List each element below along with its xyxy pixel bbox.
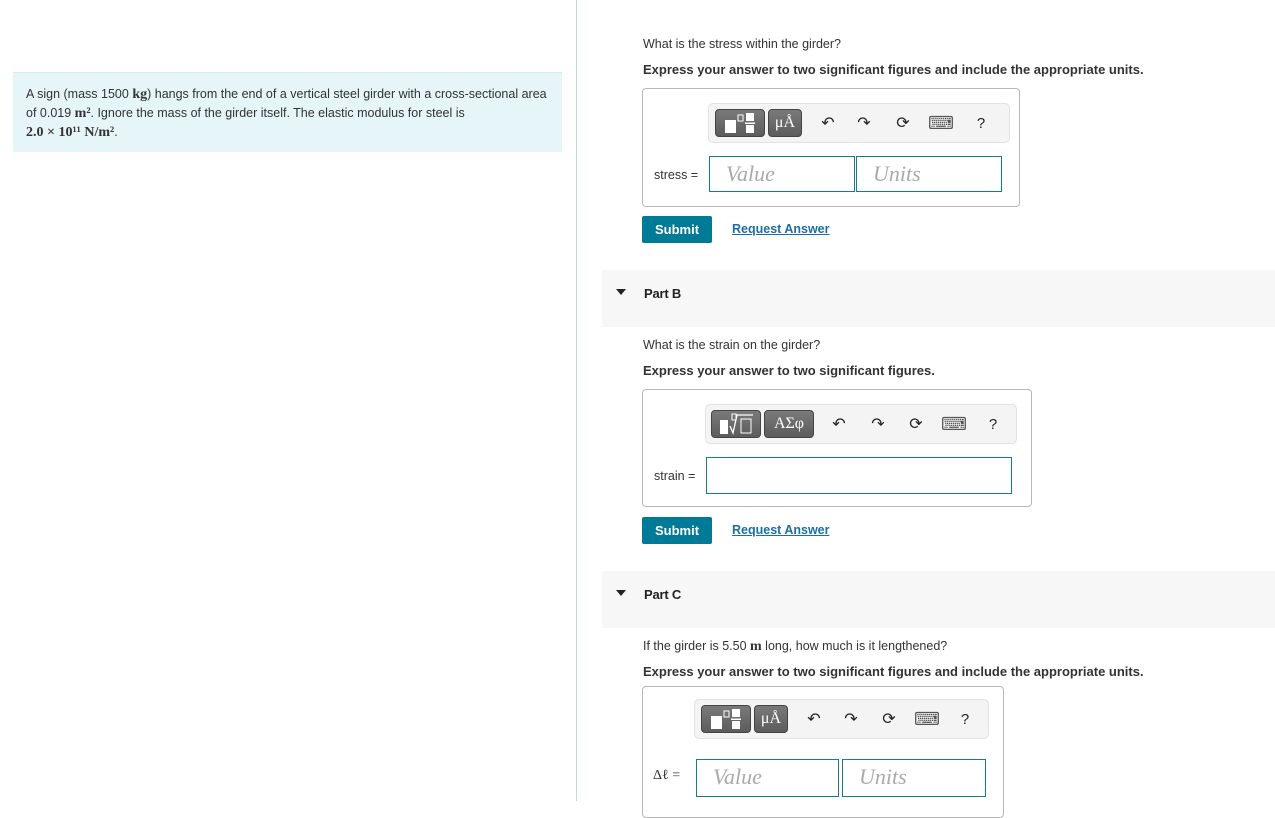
stress-units-input[interactable]: Units	[856, 156, 1002, 192]
part-b-instruction: Express your answer to two significant f…	[643, 363, 935, 378]
part-a-toolbar: μÅ ↶ ↷ ⟳ ⌨ ?	[708, 103, 1010, 143]
part-c-header[interactable]: Part C	[602, 571, 1275, 628]
strain-label: strain =	[654, 469, 696, 483]
part-b-request-answer-link[interactable]: Request Answer	[732, 523, 829, 537]
question-text: If the girder is 5.50	[643, 639, 751, 653]
help-icon[interactable]: ?	[955, 709, 975, 729]
collapse-triangle-icon[interactable]	[616, 590, 626, 596]
reset-icon[interactable]: ⟳	[879, 709, 899, 729]
fraction-template-button[interactable]	[701, 705, 751, 733]
help-icon[interactable]: ?	[983, 414, 1003, 434]
problem-text: . Ignore the mass of the girder itself. …	[90, 106, 465, 120]
problem-pane: A sign (mass 1500 kg) hangs from the end…	[0, 0, 577, 801]
stress-value-input[interactable]: Value	[709, 156, 855, 192]
radical-template-icon	[720, 413, 753, 435]
strain-input[interactable]	[706, 457, 1012, 494]
reset-icon[interactable]: ⟳	[893, 113, 913, 133]
part-c-instruction: Express your answer to two significant f…	[643, 664, 1144, 679]
undo-icon[interactable]: ↶	[818, 113, 838, 133]
part-b-toolbar: ΑΣφ ↶ ↷ ⟳ ⌨ ?	[705, 404, 1017, 444]
delta-l-label: Δℓ =	[653, 768, 681, 783]
keyboard-icon[interactable]: ⌨	[914, 709, 940, 729]
part-b-header[interactable]: Part B	[602, 270, 1275, 327]
part-c-answer-box: μÅ ↶ ↷ ⟳ ⌨ ? Δℓ = Value Units	[642, 686, 1004, 818]
elastic-modulus: 2.0 × 10¹¹ N/m²	[26, 125, 115, 140]
unit-m: m	[750, 639, 762, 654]
units-button[interactable]: μÅ	[768, 109, 802, 137]
help-icon[interactable]: ?	[971, 113, 991, 133]
undo-icon[interactable]: ↶	[804, 709, 824, 729]
problem-text: .	[114, 125, 118, 139]
undo-icon[interactable]: ↶	[829, 414, 849, 434]
reset-icon[interactable]: ⟳	[906, 414, 926, 434]
collapse-triangle-icon[interactable]	[616, 289, 626, 295]
redo-icon[interactable]: ↷	[841, 709, 861, 729]
fraction-template-icon	[711, 709, 741, 729]
problem-text: A sign (mass 1500	[26, 87, 133, 101]
keyboard-icon[interactable]: ⌨	[941, 414, 967, 434]
questions-pane: What is the stress within the girder? Ex…	[577, 0, 1275, 818]
fraction-template-icon	[725, 113, 755, 133]
fraction-template-button[interactable]	[715, 109, 765, 137]
delta-l-units-input[interactable]: Units	[842, 759, 986, 797]
part-c-question: If the girder is 5.50 m long, how much i…	[643, 639, 947, 655]
unit-m2: m²	[74, 106, 91, 121]
delta-l-value-input[interactable]: Value	[696, 759, 839, 797]
part-b-title: Part B	[644, 286, 682, 301]
part-a-question: What is the stress within the girder?	[643, 37, 841, 51]
problem-statement: A sign (mass 1500 kg) hangs from the end…	[13, 72, 562, 152]
part-c-title: Part C	[644, 587, 682, 602]
part-a-request-answer-link[interactable]: Request Answer	[732, 222, 829, 236]
part-a-instruction: Express your answer to two significant f…	[643, 62, 1144, 77]
unit-kg: kg	[132, 87, 148, 102]
question-text: long, how much is it lengthened?	[761, 639, 948, 653]
redo-icon[interactable]: ↷	[854, 113, 874, 133]
part-b-submit-button[interactable]: Submit	[642, 517, 712, 544]
part-a-submit-button[interactable]: Submit	[642, 216, 712, 243]
redo-icon[interactable]: ↷	[868, 414, 888, 434]
part-b-answer-box: ΑΣφ ↶ ↷ ⟳ ⌨ ? strain =	[642, 389, 1032, 507]
keyboard-icon[interactable]: ⌨	[928, 113, 954, 133]
part-c-toolbar: μÅ ↶ ↷ ⟳ ⌨ ?	[694, 699, 989, 739]
part-a-answer-box: μÅ ↶ ↷ ⟳ ⌨ ? stress = Value Units	[642, 88, 1020, 207]
part-b-question: What is the strain on the girder?	[643, 338, 821, 352]
radical-template-button[interactable]	[711, 410, 761, 438]
units-button[interactable]: μÅ	[754, 705, 788, 733]
greek-symbols-button[interactable]: ΑΣφ	[764, 410, 814, 438]
stress-label: stress =	[654, 168, 699, 182]
